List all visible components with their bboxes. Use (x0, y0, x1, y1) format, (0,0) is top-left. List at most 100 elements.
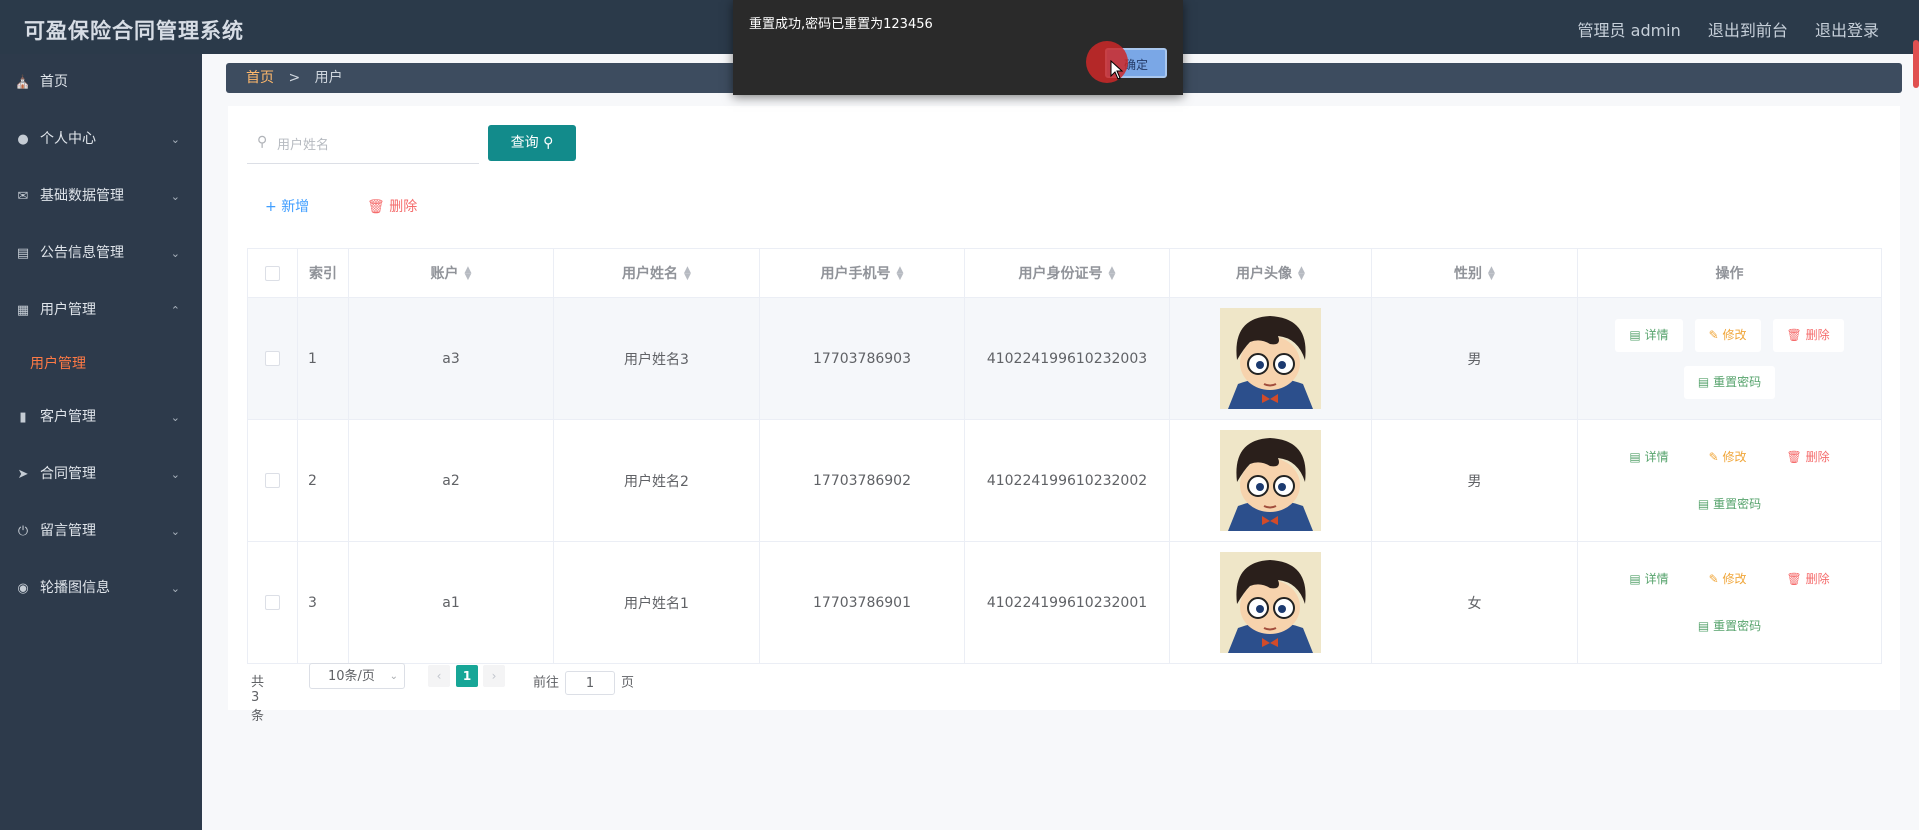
detail-button[interactable]: ▤ 详情 (1615, 562, 1683, 596)
user-icon: ● (17, 132, 29, 147)
clipboard-icon: ▤ (16, 246, 30, 261)
delete-button[interactable]: 🗑 删除 (367, 196, 417, 216)
table-row: 3 a1 用户姓名1 17703786901 41022419961023200… (247, 541, 1882, 664)
row-checkbox[interactable] (265, 351, 280, 366)
row-checkbox[interactable] (265, 595, 280, 610)
stamp-icon: ▮ (19, 410, 27, 425)
edit-button[interactable]: ✎ 修改 (1694, 562, 1761, 596)
query-button[interactable]: 查询 ⚲ (488, 125, 576, 161)
cell-gender: 男 (1371, 419, 1578, 542)
reset-password-button[interactable]: ▤ 重置密码 (1683, 609, 1776, 643)
cell-avatar (1169, 541, 1372, 664)
avatar (1220, 552, 1321, 653)
select-all-checkbox[interactable] (265, 265, 280, 281)
power-icon: ⏻ (17, 524, 29, 539)
chevron-down-icon: ⌄ (170, 468, 180, 481)
sort-icon[interactable]: ▲ ▼ (1298, 266, 1305, 282)
chevron-down-icon: ⌄ (170, 525, 180, 538)
document-icon: ▤ (1697, 618, 1710, 633)
page-size-select[interactable]: 10条/页 ⌄ (309, 663, 405, 689)
edit-button[interactable]: ✎ 修改 (1694, 318, 1761, 352)
top-right-links: 管理员 admin 退出到前台 退出登录 (1556, 17, 1879, 41)
document-icon: ▤ (1629, 571, 1641, 586)
row-select-cell (247, 297, 298, 420)
reset-password-button[interactable]: ▤ 重置密码 (1683, 365, 1776, 399)
row-delete-button[interactable]: 🗑 删除 (1772, 562, 1844, 596)
sort-icon[interactable]: ▲ ▼ (1109, 266, 1116, 282)
chevron-up-icon: ⌃ (170, 304, 180, 317)
breadcrumb-separator: > (288, 70, 301, 86)
sidebar-item-customer[interactable]: ▮ 客户管理 ⌄ (0, 389, 202, 446)
search-icon: ⚲ (543, 135, 554, 151)
chevron-down-icon: ⌄ (170, 411, 180, 424)
sidebar-item-message[interactable]: ⏻ 留言管理 ⌄ (0, 503, 202, 560)
sort-icon[interactable]: ▲ ▼ (465, 266, 472, 282)
row-delete-button[interactable]: 🗑 删除 (1772, 440, 1844, 474)
cell-avatar (1169, 297, 1372, 420)
scrollbar-thumb[interactable] (1913, 40, 1919, 88)
breadcrumb-home[interactable]: 首页 (246, 70, 274, 86)
avatar (1220, 308, 1321, 409)
column-header-name[interactable]: 用户姓名 ▲ ▼ (553, 248, 760, 298)
sidebar-item-home[interactable]: ⛪ 首页 (0, 54, 202, 111)
cell-account: a2 (348, 419, 554, 542)
sidebar-item-notice[interactable]: ▤ 公告信息管理 ⌄ (0, 225, 202, 282)
document-icon: ▤ (1697, 374, 1710, 389)
detail-button[interactable]: ▤ 详情 (1615, 318, 1683, 352)
sidebar-item-contract[interactable]: ➤ 合同管理 ⌄ (0, 446, 202, 503)
sort-icon[interactable]: ▲ ▼ (684, 266, 691, 282)
sidebar-item-label: 基础数据管理 (40, 188, 124, 204)
column-header-avatar[interactable]: 用户头像 ▲ ▼ (1169, 248, 1372, 298)
document-icon: ▤ (1629, 327, 1641, 342)
sort-icon[interactable]: ▲ ▼ (1488, 266, 1495, 282)
search-icon: ⚲ (257, 134, 268, 150)
detail-button[interactable]: ▤ 详情 (1615, 440, 1683, 474)
column-header-gender[interactable]: 性别 ▲ ▼ (1371, 248, 1578, 298)
chevron-down-icon: ⌄ (170, 247, 180, 260)
edit-button[interactable]: ✎ 修改 (1694, 440, 1761, 474)
back-to-front-link[interactable]: 退出到前台 (1708, 21, 1788, 40)
sidebar-item-label: 用户管理 (40, 302, 96, 318)
logout-link[interactable]: 退出登录 (1815, 21, 1879, 40)
add-button[interactable]: + 新增 (265, 196, 309, 216)
select-all-cell (247, 248, 298, 298)
row-select-cell (247, 419, 298, 542)
chart-icon: ▦ (16, 303, 30, 318)
edit-icon: ✎ (1708, 449, 1719, 464)
column-header-phone[interactable]: 用户手机号 ▲ ▼ (759, 248, 965, 298)
plus-icon: + (265, 199, 277, 215)
admin-user-label[interactable]: 管理员 admin (1578, 21, 1681, 40)
next-page-button[interactable]: › (483, 665, 505, 687)
sidebar-subitem-user-management[interactable]: 用户管理 (0, 339, 202, 389)
row-checkbox[interactable] (265, 473, 280, 488)
reset-password-button[interactable]: ▤ 重置密码 (1683, 487, 1776, 521)
cell-id-card: 410224199610232003 (964, 297, 1170, 420)
sidebar-item-label: 轮播图信息 (40, 580, 110, 596)
current-page-button[interactable]: 1 (456, 665, 478, 687)
cell-actions: ▤ 详情 ✎ 修改 🗑 删除 ▤ 重置密码 (1577, 297, 1882, 420)
search-field[interactable]: ⚲ (247, 125, 479, 164)
cell-account: a1 (348, 541, 554, 664)
mail-icon: ✉ (17, 189, 29, 204)
goto-page-input[interactable] (565, 671, 616, 695)
avatar (1220, 430, 1321, 531)
sidebar-item-basic-data[interactable]: ✉ 基础数据管理 ⌄ (0, 168, 202, 225)
cell-index: 1 (297, 297, 349, 420)
trash-icon: 🗑 (1786, 571, 1802, 586)
sidebar-item-label: 公告信息管理 (40, 245, 124, 261)
column-header-account[interactable]: 账户 ▲ ▼ (348, 248, 554, 298)
app-title: 可盈保险合同管理系统 (24, 19, 244, 43)
sidebar-item-label: 首页 (40, 74, 68, 90)
prev-page-button[interactable]: ‹ (428, 665, 450, 687)
column-header-id-card[interactable]: 用户身份证号 ▲ ▼ (964, 248, 1170, 298)
pagination-total: 共 3 条 (251, 675, 265, 724)
sidebar-item-carousel[interactable]: ◉ 轮播图信息 ⌄ (0, 560, 202, 617)
search-input[interactable] (275, 133, 469, 157)
row-delete-button[interactable]: 🗑 删除 (1772, 318, 1844, 352)
query-button-label: 查询 (510, 135, 539, 151)
sort-icon[interactable]: ▲ ▼ (897, 266, 904, 282)
cell-id-card: 410224199610232001 (964, 541, 1170, 664)
sidebar-item-personal-center[interactable]: ● 个人中心 ⌄ (0, 111, 202, 168)
cell-id-card: 410224199610232002 (964, 419, 1170, 542)
sidebar-item-user-management[interactable]: ▦ 用户管理 ⌃ (0, 282, 202, 339)
